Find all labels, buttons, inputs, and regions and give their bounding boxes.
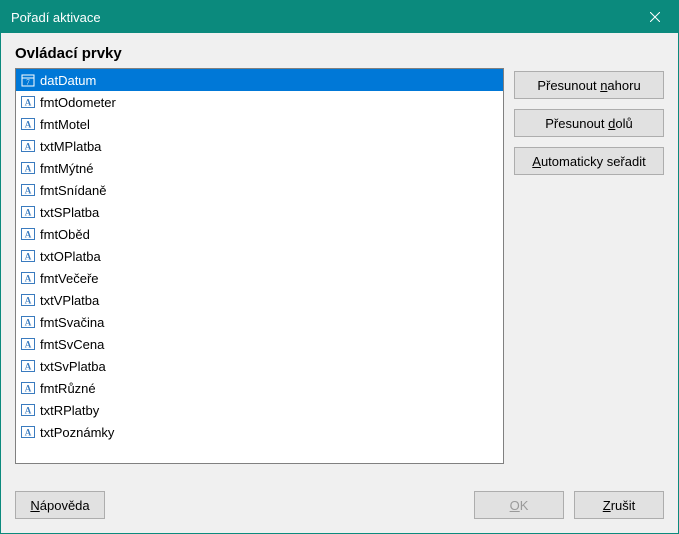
list-item[interactable]: AfmtVečeře	[16, 267, 503, 289]
text-field-icon: A	[20, 292, 36, 308]
text-field-icon: A	[20, 314, 36, 330]
text-field-icon: A	[20, 138, 36, 154]
move-up-button[interactable]: Přesunout nahoru	[514, 71, 664, 99]
svg-text:A: A	[25, 296, 32, 306]
text-field-icon: A	[20, 160, 36, 176]
controls-listbox[interactable]: 7datDatumAfmtOdometerAfmtMotelAtxtMPlatb…	[15, 68, 504, 464]
svg-text:A: A	[25, 428, 32, 438]
list-item[interactable]: AfmtSvCena	[16, 333, 503, 355]
list-item-label: fmtSvačina	[40, 315, 104, 330]
list-item-label: datDatum	[40, 73, 96, 88]
close-button[interactable]	[632, 1, 678, 33]
svg-text:A: A	[25, 98, 32, 108]
list-item-label: txtSvPlatba	[40, 359, 106, 374]
main-area: Ovládací prvky 7datDatumAfmtOdometerAfmt…	[15, 45, 664, 477]
left-column: Ovládací prvky 7datDatumAfmtOdometerAfmt…	[15, 45, 504, 477]
svg-text:A: A	[25, 208, 32, 218]
list-item-label: txtSPlatba	[40, 205, 99, 220]
list-item[interactable]: AtxtMPlatba	[16, 135, 503, 157]
list-item[interactable]: AfmtOběd	[16, 223, 503, 245]
window-title: Pořadí aktivace	[11, 10, 632, 25]
svg-text:A: A	[25, 362, 32, 372]
text-field-icon: A	[20, 336, 36, 352]
text-field-icon: A	[20, 424, 36, 440]
text-field-icon: A	[20, 116, 36, 132]
list-item-label: fmtRůzné	[40, 381, 96, 396]
list-item[interactable]: AfmtSvačina	[16, 311, 503, 333]
list-item-label: fmtMýtné	[40, 161, 93, 176]
svg-text:A: A	[25, 142, 32, 152]
list-item-label: fmtVečeře	[40, 271, 99, 286]
svg-text:A: A	[25, 252, 32, 262]
list-item-label: txtOPlatba	[40, 249, 101, 264]
list-item[interactable]: AfmtRůzné	[16, 377, 503, 399]
text-field-icon: A	[20, 270, 36, 286]
svg-text:A: A	[25, 340, 32, 350]
bottom-bar: Nápověda OK Zrušit	[15, 491, 664, 519]
list-item-label: fmtSnídaně	[40, 183, 107, 198]
text-field-icon: A	[20, 182, 36, 198]
text-field-icon: A	[20, 226, 36, 242]
ok-button[interactable]: OK	[474, 491, 564, 519]
svg-text:A: A	[25, 120, 32, 130]
svg-text:A: A	[25, 164, 32, 174]
svg-text:A: A	[25, 230, 32, 240]
move-down-button[interactable]: Přesunout dolů	[514, 109, 664, 137]
text-field-icon: A	[20, 358, 36, 374]
list-item-label: txtVPlatba	[40, 293, 99, 308]
list-item[interactable]: AtxtOPlatba	[16, 245, 503, 267]
list-item[interactable]: AtxtSPlatba	[16, 201, 503, 223]
list-item-label: fmtMotel	[40, 117, 90, 132]
list-item-label: fmtSvCena	[40, 337, 104, 352]
svg-text:A: A	[25, 186, 32, 196]
svg-text:A: A	[25, 274, 32, 284]
auto-sort-button[interactable]: Automaticky seřadit	[514, 147, 664, 175]
text-field-icon: A	[20, 204, 36, 220]
list-item-label: txtRPlatby	[40, 403, 99, 418]
controls-group-label: Ovládací prvky	[15, 45, 504, 62]
help-button[interactable]: Nápověda	[15, 491, 105, 519]
titlebar: Pořadí aktivace	[1, 1, 678, 33]
list-item[interactable]: AtxtRPlatby	[16, 399, 503, 421]
list-item-label: fmtOdometer	[40, 95, 116, 110]
close-icon	[650, 12, 660, 22]
list-item[interactable]: AtxtSvPlatba	[16, 355, 503, 377]
text-field-icon: A	[20, 248, 36, 264]
dialog-window: Pořadí aktivace Ovládací prvky 7 datDatum…	[0, 0, 679, 534]
text-field-icon: A	[20, 402, 36, 418]
list-item[interactable]: AfmtSnídaně	[16, 179, 503, 201]
svg-text:7: 7	[26, 79, 30, 87]
text-field-icon: A	[20, 94, 36, 110]
list-item-label: txtPoznámky	[40, 425, 114, 440]
date-field-icon: 7	[20, 72, 36, 88]
dialog-content: Ovládací prvky 7datDatumAfmtOdometerAfmt…	[1, 33, 678, 533]
list-item-label: txtMPlatba	[40, 139, 101, 154]
cancel-button[interactable]: Zrušit	[574, 491, 664, 519]
svg-text:A: A	[25, 406, 32, 416]
list-item[interactable]: AtxtPoznámky	[16, 421, 503, 443]
list-item[interactable]: AtxtVPlatba	[16, 289, 503, 311]
svg-text:A: A	[25, 318, 32, 328]
list-item[interactable]: 7 datDatum	[16, 69, 503, 91]
svg-text:A: A	[25, 384, 32, 394]
list-item-label: fmtOběd	[40, 227, 90, 242]
text-field-icon: A	[20, 380, 36, 396]
list-item[interactable]: AfmtMotel	[16, 113, 503, 135]
right-column: Přesunout nahoru Přesunout dolů Automati…	[514, 45, 664, 477]
list-item[interactable]: AfmtMýtné	[16, 157, 503, 179]
list-item[interactable]: AfmtOdometer	[16, 91, 503, 113]
